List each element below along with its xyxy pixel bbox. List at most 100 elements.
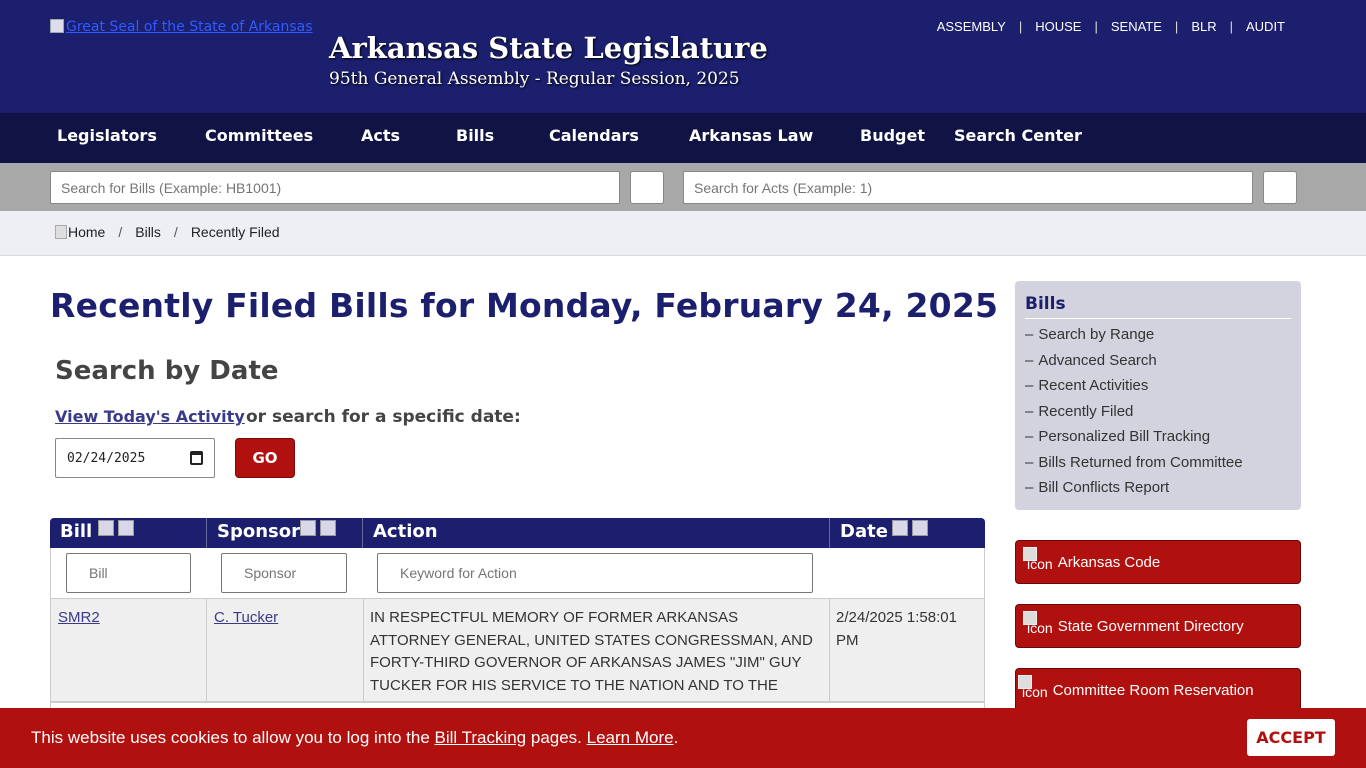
date-cell: 2/24/2025 1:58:01 PM (836, 609, 957, 649)
sidebar-item-personalized-tracking[interactable]: – Personalized Bill Tracking (1025, 427, 1243, 453)
column-divider (829, 599, 830, 703)
top-link-assembly[interactable]: ASSEMBLY (937, 19, 1006, 34)
date-field[interactable]: 02/24/2025 (55, 438, 215, 478)
broken-image-icon (1018, 675, 1032, 689)
column-divider (206, 599, 207, 703)
sidebar-item-advanced-search[interactable]: – Advanced Search (1025, 351, 1243, 377)
calendar-icon[interactable] (190, 451, 203, 465)
arkansas-code-button[interactable]: icon Arkansas Code (1015, 540, 1301, 584)
breadcrumb: Home / Bills / Recently Filed (0, 211, 1366, 256)
dash-marker: – (1025, 377, 1034, 394)
filter-row (50, 548, 985, 598)
main-nav: Legislators Committees Acts Bills Calend… (0, 113, 1366, 163)
cookie-text-end: . (673, 728, 679, 747)
sidebar-item-recently-filed[interactable]: – Recently Filed (1025, 402, 1243, 428)
top-link-house[interactable]: HOUSE (1035, 19, 1081, 34)
top-link-audit[interactable]: AUDIT (1246, 19, 1285, 34)
cookie-message: This website uses cookies to allow you t… (31, 728, 678, 748)
sidebar-item-label: Bills Returned from Committee (1038, 453, 1243, 471)
bill-filter-input[interactable] (66, 553, 191, 593)
breadcrumb-home[interactable]: Home (55, 224, 105, 240)
nav-bills[interactable]: Bills (456, 126, 494, 145)
sponsor-cell: C. Tucker (214, 607, 278, 630)
col-header-action: Action (363, 518, 830, 548)
dash-marker: – (1025, 453, 1034, 471)
sidebar-item-search-by-range[interactable]: – Search by Range (1025, 325, 1243, 351)
sort-asc-icon[interactable] (300, 520, 316, 536)
dash-marker: – (1025, 351, 1034, 369)
site-subtitle: 95th General Assembly - Regular Session,… (329, 69, 740, 89)
sort-asc-icon[interactable] (892, 520, 908, 536)
nav-calendars[interactable]: Calendars (549, 126, 639, 145)
top-links: ASSEMBLY | HOUSE | SENATE | BLR | AUDIT (937, 19, 1285, 34)
sidebar-item-label: Personalized Bill Tracking (1038, 428, 1211, 445)
sidebar-item-conflicts-report[interactable]: – Bill Conflicts Report (1025, 478, 1243, 504)
broken-image-icon (1023, 611, 1037, 625)
sort-asc-icon[interactable] (98, 520, 114, 536)
nav-search-center[interactable]: Search Center (954, 126, 1082, 145)
dash-marker: – (1025, 326, 1034, 343)
bill-link[interactable]: SMR2 (58, 609, 100, 626)
divider: | (1018, 19, 1023, 34)
go-button[interactable]: GO (235, 438, 295, 478)
nav-budget[interactable]: Budget (860, 126, 925, 145)
search-bar (0, 163, 1366, 211)
breadcrumb-bills[interactable]: Bills (135, 224, 161, 240)
sidebar-item-returned-from-committee[interactable]: – Bills Returned from Committee (1025, 453, 1243, 479)
bill-search-input[interactable] (50, 171, 620, 204)
act-search-button[interactable] (1263, 171, 1297, 204)
nav-committees[interactable]: Committees (205, 126, 313, 145)
sponsor-filter-input[interactable] (221, 553, 347, 593)
search-by-date-heading: Search by Date (55, 356, 279, 386)
bills-table: Bill Sponsor Action Date SMR2 C. Tucker … (50, 518, 985, 718)
room-reservation-button[interactable]: icon Committee Room Reservation (1015, 668, 1301, 712)
home-icon (55, 225, 67, 239)
bills-sidebar: Bills – Search by Range – Advanced Search … (1015, 281, 1301, 510)
col-header-sponsor[interactable]: Sponsor (207, 518, 363, 548)
broken-image-icon (1023, 547, 1037, 561)
cookie-banner: This website uses cookies to allow you t… (0, 708, 1366, 768)
nav-legislators[interactable]: Legislators (57, 126, 157, 145)
specific-date-label: or search for a specific date: (246, 407, 521, 427)
sidebar-item-label: Advanced Search (1038, 351, 1157, 369)
act-search-input[interactable] (683, 171, 1253, 204)
dash-marker: – (1025, 479, 1034, 496)
sponsor-link[interactable]: C. Tucker (214, 609, 278, 626)
nav-arkansas-law[interactable]: Arkansas Law (689, 126, 813, 145)
col-header-bill-label: Bill (60, 521, 93, 542)
sidebar-item-recent-activities[interactable]: – Recent Activities (1025, 376, 1243, 402)
sidebar-title: Bills (1025, 294, 1291, 319)
bill-tracking-link[interactable]: Bill Tracking (435, 728, 527, 747)
breadcrumb-home-label: Home (68, 224, 106, 240)
view-today-link[interactable]: View Today's Activity (55, 407, 245, 426)
arkansas-code-icon: icon (1023, 547, 1053, 572)
table-row: SMR2 C. Tucker IN RESPECTFUL MEMORY OF F… (50, 598, 985, 716)
sort-desc-icon[interactable] (912, 520, 928, 536)
breadcrumb-current: Recently Filed (190, 224, 280, 240)
bill-cell: SMR2 (58, 607, 100, 630)
sidebar-item-label: Search by Range (1038, 326, 1155, 343)
nav-acts[interactable]: Acts (361, 126, 400, 145)
cookie-text-start: This website uses cookies to allow you t… (31, 728, 435, 747)
col-header-date-label: Date (840, 521, 888, 542)
sort-desc-icon[interactable] (320, 520, 336, 536)
bill-search-button[interactable] (630, 171, 664, 204)
breadcrumb-separator: / (118, 224, 123, 240)
sidebar-item-label: Recent Activities (1038, 377, 1149, 394)
action-filter-input[interactable] (377, 553, 813, 593)
dash-marker: – (1025, 402, 1034, 420)
top-link-senate[interactable]: SENATE (1111, 19, 1162, 34)
seal-alt-text: Great Seal of the State of Arkansas (66, 19, 313, 35)
accept-cookies-button[interactable]: ACCEPT (1247, 719, 1335, 756)
sidebar-item-label: Recently Filed (1038, 402, 1134, 420)
dash-marker: – (1025, 428, 1034, 445)
state-seal-link[interactable]: Great Seal of the State of Arkansas (50, 19, 312, 35)
top-link-blr[interactable]: BLR (1191, 19, 1216, 34)
divider: | (1174, 19, 1179, 34)
sort-desc-icon[interactable] (118, 520, 134, 536)
state-directory-button[interactable]: icon State Government Directory (1015, 604, 1301, 648)
arkansas-code-label: Arkansas Code (1057, 553, 1161, 571)
cookie-text-middle: pages. (526, 728, 587, 747)
learn-more-link[interactable]: Learn More (587, 728, 674, 747)
date-value: 02/24/2025 (67, 450, 146, 466)
